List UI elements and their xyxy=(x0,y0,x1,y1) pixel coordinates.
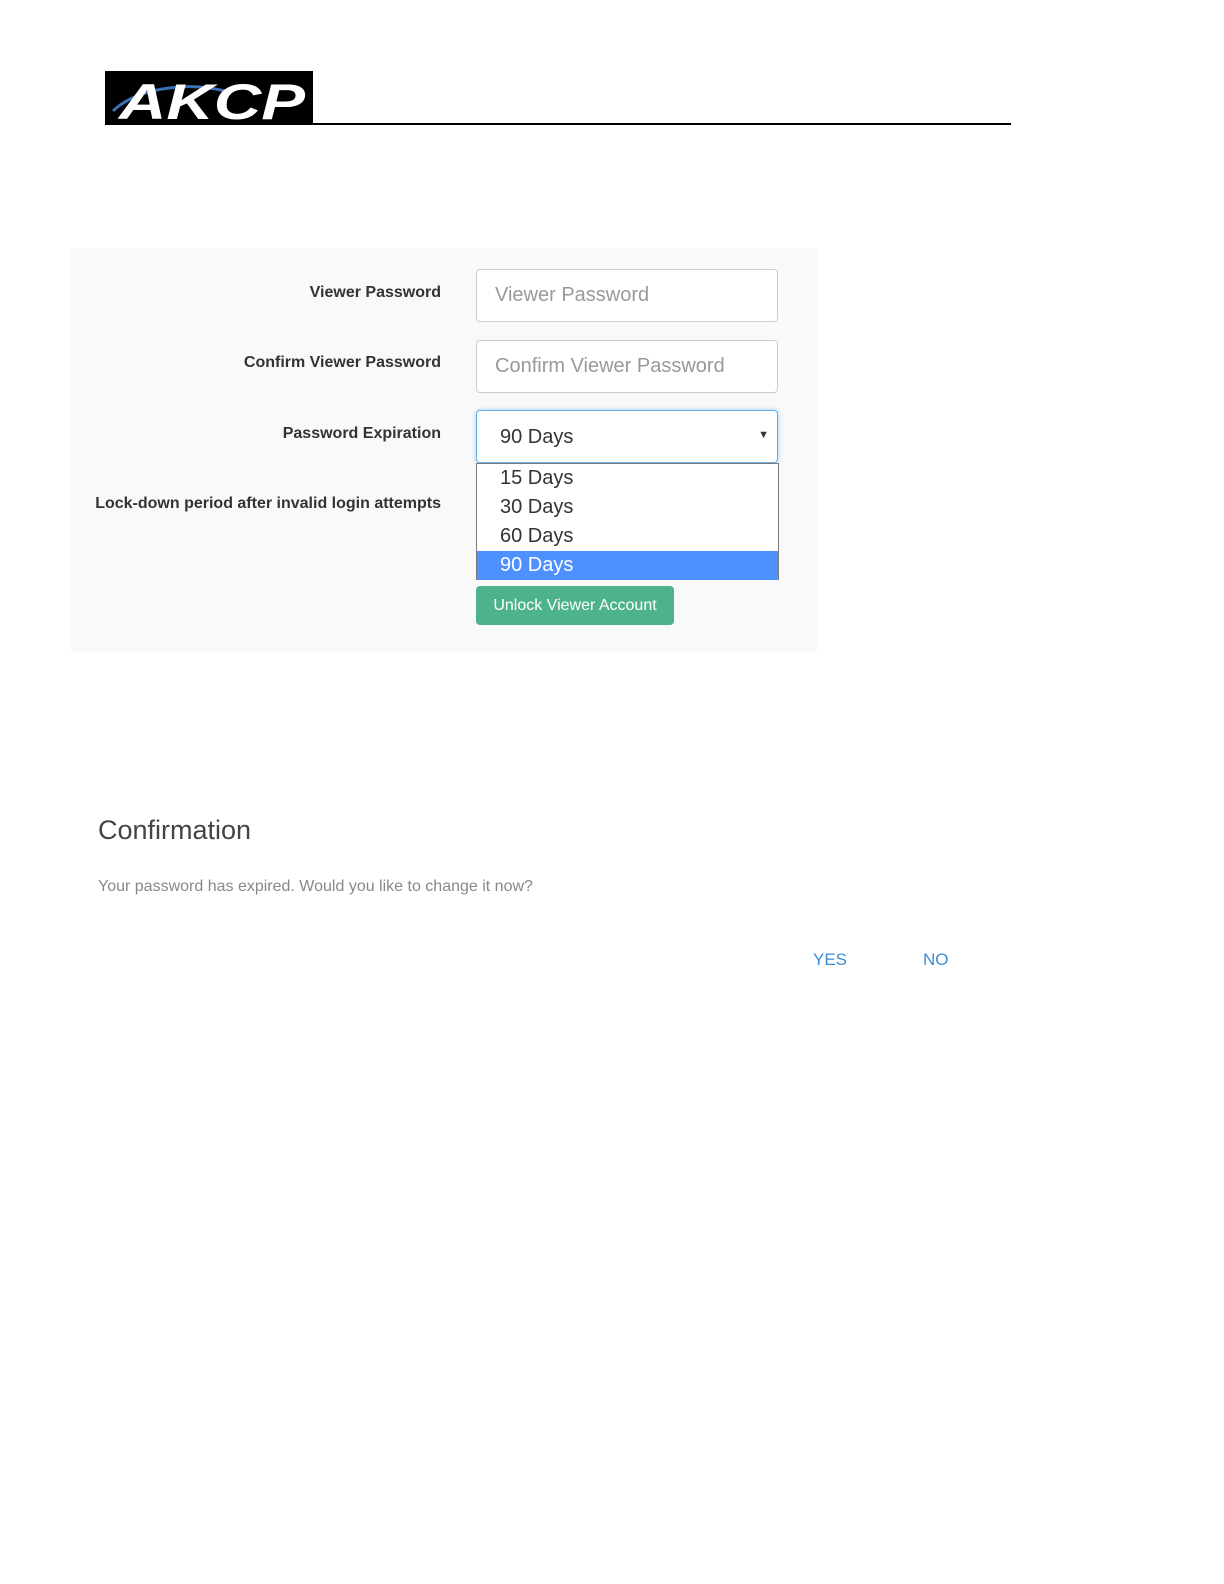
dialog-title: Confirmation xyxy=(98,815,252,845)
dropdown-option-60-days[interactable]: 60 Days xyxy=(477,522,778,551)
viewer-password-label: Viewer Password xyxy=(309,284,441,301)
no-button[interactable]: NO xyxy=(923,950,949,970)
header-divider xyxy=(105,123,1011,125)
confirm-viewer-password-label: Confirm Viewer Password xyxy=(243,354,441,371)
akcp-logo: AKCP xyxy=(105,71,313,125)
password-expiration-selected-value: 90 Days xyxy=(500,426,574,448)
password-expiration-label: Password Expiration xyxy=(282,425,441,442)
dropdown-option-30-days[interactable]: 30 Days xyxy=(477,493,778,522)
unlock-viewer-account-button[interactable]: Unlock Viewer Account xyxy=(476,586,674,625)
lockdown-period-label: Lock-down period after invalid login att… xyxy=(95,495,441,512)
viewer-password-input[interactable] xyxy=(476,269,778,322)
dropdown-option-90-days[interactable]: 90 Days xyxy=(477,551,778,580)
password-expiration-dropdown: 15 Days 30 Days 60 Days 90 Days xyxy=(476,463,779,580)
confirm-viewer-password-input[interactable] xyxy=(476,340,778,393)
yes-button[interactable]: YES xyxy=(813,950,847,970)
dialog-message: Your password has expired. Would you lik… xyxy=(98,878,533,895)
akcp-logo-graphic: AKCP xyxy=(105,71,313,125)
logo-text: AKCP xyxy=(116,74,305,125)
chevron-down-icon: ▼ xyxy=(758,429,769,441)
password-expiration-select[interactable]: 90 Days ▼ xyxy=(476,410,778,463)
confirmation-dialog: Confirmation Your password has expired. … xyxy=(75,782,999,990)
dropdown-option-15-days[interactable]: 15 Days xyxy=(477,464,778,493)
viewer-account-settings-panel: Viewer Password Confirm Viewer Password … xyxy=(71,248,817,653)
